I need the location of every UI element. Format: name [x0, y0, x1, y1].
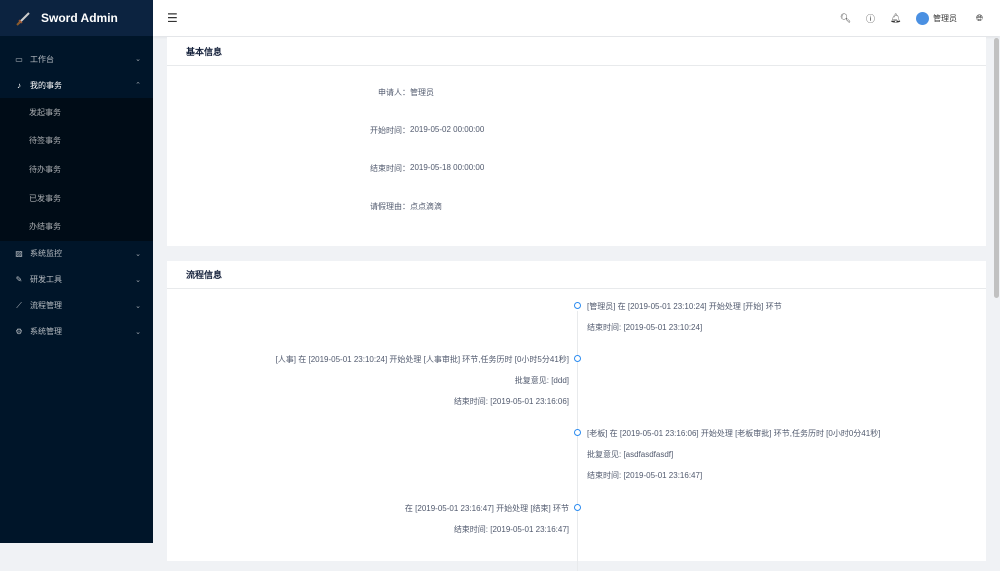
timeline-text: 结束时间: [2019-05-01 23:16:47] — [453, 525, 569, 534]
chevron-down-icon: ⌄ — [135, 56, 141, 63]
timeline-line — [577, 311, 578, 571]
sidebar-item-label: 工作台 — [30, 54, 54, 64]
submenu-item[interactable]: 待办事务 — [0, 155, 153, 184]
sidebar-item[interactable]: ♪ 我的事务 ⌃ — [0, 72, 153, 98]
globe-icon[interactable]: 🌐︎ — [967, 13, 992, 24]
logo[interactable]: Sword Admin — [0, 0, 153, 36]
timeline-text: 在 [2019-05-01 23:16:47] 开始处理 [结束] 环节 — [404, 504, 569, 513]
field-value: 2019-05-02 00:00:00 — [410, 125, 485, 134]
user-name[interactable]: 管理员 — [933, 13, 957, 24]
submenu-item[interactable]: 已发事务 — [0, 184, 153, 213]
timeline-dot — [574, 302, 581, 309]
chevron-down-icon: ⌄ — [135, 276, 141, 284]
sidebar-item[interactable]: ⟋ 流程管理 ⌄ — [0, 293, 153, 319]
field-label: 请假理由： — [370, 202, 410, 211]
app-title: Sword Admin — [41, 11, 118, 25]
menu-fold-icon[interactable]: ☰ — [167, 11, 178, 25]
field-label: 申请人： — [378, 88, 410, 97]
submenu-item[interactable]: 待签事务 — [0, 127, 153, 156]
submenu-item[interactable]: 发起事务 — [0, 98, 153, 127]
sword-icon — [16, 12, 30, 26]
flow-icon: ⟋ — [16, 300, 22, 310]
timeline-text: 结束时间: [2019-05-01 23:10:24] — [587, 323, 703, 332]
scrollbar[interactable] — [994, 38, 999, 298]
field-value: 管理员 — [410, 88, 434, 97]
timeline-text: 批复意见: [asdfasdfasdf] — [587, 450, 674, 459]
info-row: 开始时间： 2019-05-02 00:00:00 — [167, 125, 484, 136]
timeline-text: [管理员] 在 [2019-05-01 23:10:24] 开始处理 [开始] … — [587, 302, 782, 311]
search-icon[interactable]: 🔍︎ — [833, 13, 858, 24]
info-row: 请假理由： 点点滴滴 — [167, 201, 442, 212]
timeline-dot — [574, 504, 581, 511]
timeline-text: [人事] 在 [2019-05-01 23:10:24] 开始处理 [人事审批]… — [275, 355, 569, 364]
sidebar: Sword Admin ▭ 工作台 ⌄ ♪ 我的事务 ⌃ 发起事务 待签事务 待办事务 已发事务办… — [0, 0, 153, 543]
sidebar-item-label: 我的事务 — [30, 80, 62, 90]
chevron-up-icon: ⌃ — [135, 82, 141, 89]
chevron-down-icon: ⌄ — [135, 328, 141, 336]
sidebar-item-label: 系统管理 — [30, 327, 62, 337]
submenu-item[interactable]: 办结事务 — [0, 212, 153, 241]
sidebar-item-label: 研发工具 — [30, 275, 62, 285]
basic-info-card: 基本信息 申请人： 管理员开始时间： 2019-05-02 00:00:00 结束时间… — [167, 37, 986, 246]
info-row: 申请人： 管理员 — [167, 87, 434, 98]
sidebar-item-label: 系统监控 — [30, 249, 62, 259]
sidebar-item[interactable]: ⚙ 系统管理 ⌄ — [0, 319, 153, 345]
bell-icon[interactable]: 🔔︎ — [883, 13, 908, 24]
sidebar-item[interactable]: ▭ 工作台 ⌄ — [0, 46, 153, 72]
chevron-down-icon: ⌄ — [135, 302, 141, 310]
timeline-text: 结束时间: [2019-05-01 23:16:06] — [453, 397, 569, 406]
timeline-text: 结束时间: [2019-05-01 23:16:47] — [587, 471, 703, 480]
field-value: 2019-05-18 00:00:00 — [410, 163, 485, 172]
field-label: 结束时间： — [370, 164, 410, 173]
card-title: 流程信息 — [167, 261, 986, 289]
submenu: 发起事务 待签事务 待办事务 已发事务 办结事务 — [0, 98, 153, 241]
help-icon[interactable]: ⓘ — [858, 12, 883, 25]
bell-icon: ♪ — [17, 80, 21, 90]
header: ☰ 🔍︎ ⓘ 🔔︎ 管理员 🌐︎ — [153, 0, 1000, 36]
sidebar-item[interactable]: ▨ 系统监控 ⌄ — [0, 241, 153, 267]
timeline-dot — [574, 355, 581, 362]
timeline-text: [老板] 在 [2019-05-01 23:16:06] 开始处理 [老板审批]… — [587, 429, 881, 438]
field-label: 开始时间： — [370, 126, 410, 135]
info-row: 结束时间： 2019-05-18 00:00:00 — [167, 163, 484, 174]
timeline-dot — [574, 429, 581, 436]
flow-info-card: 流程信息 [管理员] 在 [2019-05-01 23:10:24] 开始处理 … — [167, 261, 986, 571]
timeline-text: 批复意见: [ddd] — [514, 376, 569, 385]
sidebar-item[interactable]: ✎ 研发工具 ⌄ — [0, 267, 153, 293]
chart-icon: ▨ — [15, 249, 23, 259]
field-value: 点点滴滴 — [410, 202, 442, 211]
chevron-down-icon: ⌄ — [135, 250, 141, 258]
sidebar-item-label: 流程管理 — [30, 301, 62, 311]
avatar[interactable] — [916, 11, 929, 25]
card-title: 基本信息 — [167, 37, 986, 66]
gear-icon: ⚙ — [15, 327, 23, 337]
monitor-icon: ▭ — [15, 54, 23, 64]
tool-icon: ✎ — [15, 275, 23, 285]
